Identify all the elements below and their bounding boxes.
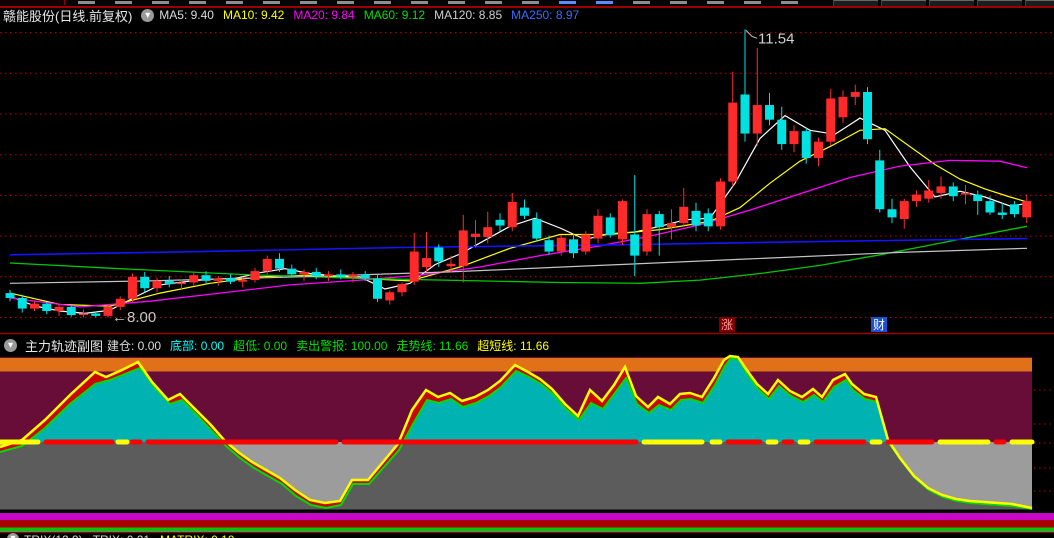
ma-item-2: MA20: 9.84 — [293, 8, 355, 22]
indicator-item-2: 超低: 0.00 — [233, 339, 288, 353]
menu-item-remnant[interactable] — [596, 1, 613, 4]
menu-item-remnant[interactable] — [115, 1, 132, 4]
menu-item-remnant[interactable] — [374, 1, 391, 4]
menu-item-remnant[interactable] — [633, 1, 650, 4]
chevron-down-icon[interactable]: ▾ — [7, 533, 19, 538]
trading-app-window: 11.54 ←8.00 涨 财 赣能股份(日线.前复权) ▾ MA5: 9.40 MA1… — [0, 0, 1054, 538]
indicator-item-4: 走势线: 11.66 — [396, 339, 469, 353]
matrix-value: MATRIX: 0.19 — [160, 533, 234, 538]
event-badge-text: 财 — [873, 318, 885, 332]
ma-line-MA5 — [9, 114, 1028, 315]
toolbar-button-remnant[interactable] — [881, 0, 926, 6]
indicator-item-0: 建仓: 0.00 — [107, 339, 162, 353]
ma-line-MA250 — [9, 237, 1028, 256]
chevron-down-icon[interactable]: ▾ — [4, 339, 17, 352]
event-badge-text: 涨 — [721, 317, 733, 332]
menu-item-remnant[interactable] — [559, 1, 576, 4]
menu-item-remnant[interactable] — [411, 1, 428, 4]
menu-item-remnant[interactable] — [300, 1, 317, 4]
ma-values-row: MA5: 9.40 MA10: 9.42 MA20: 9.84 MA60: 9.12 M… — [159, 8, 588, 22]
menu-item-remnant[interactable] — [522, 1, 539, 4]
chevron-down-icon[interactable]: ▾ — [141, 8, 155, 22]
ma-lines — [9, 114, 1028, 315]
ma-line-MA60 — [9, 225, 1028, 284]
trix-indicator-name[interactable]: TRIX(12,9) — [24, 533, 83, 538]
toolbar-button-remnant[interactable] — [929, 0, 974, 6]
menu-item-remnant[interactable] — [744, 1, 761, 4]
toolbar-button-remnant[interactable] — [833, 0, 878, 6]
trix-footer: ▾ TRIX(12,9) TRIX: 0.21 MATRIX: 0.19 — [2, 533, 245, 538]
menu-item-remnant[interactable] — [670, 1, 687, 4]
main-chart-header: 赣能股份(日线.前复权) ▾ MA5: 9.40 MA10: 9.42 MA20: … — [0, 6, 1054, 24]
menu-item-remnant[interactable] — [781, 1, 798, 4]
ma-item-3: MA60: 9.12 — [363, 8, 426, 22]
menu-item-remnant[interactable] — [78, 1, 95, 4]
low-price-annotation: ←8.00 — [112, 309, 156, 326]
indicator-values-row: 建仓: 0.00 底部: 0.00 超低: 0.00 卖出警报: 100.00 走势线:… — [107, 337, 558, 354]
indicator-item-3: 卖出警报: 100.00 — [296, 339, 388, 353]
toolbar-button-remnant[interactable] — [977, 0, 1022, 6]
candles — [5, 29, 1032, 318]
ma-item-4: MA120: 8.85 — [434, 8, 503, 22]
ma-item-0: MA5: 9.40 — [159, 8, 214, 22]
menu-item-remnant[interactable] — [337, 1, 354, 4]
trix-value: TRIX: 0.21 — [93, 533, 150, 538]
indicator-header: ▾ 主力轨迹副图 建仓: 0.00 底部: 0.00 超低: 0.00 卖出警报: 1… — [0, 336, 1054, 355]
menu-item-remnant[interactable] — [485, 1, 502, 4]
ma-item-5: MA250: 8.97 — [511, 8, 580, 22]
menu-item-remnant[interactable] — [263, 1, 280, 4]
top-menu-strip[interactable] — [0, 0, 1054, 8]
main-grid — [0, 32, 1054, 318]
indicator-item-1: 底部: 0.00 — [170, 339, 225, 353]
indicator-panel — [0, 354, 1054, 532]
menu-item-remnant[interactable] — [189, 1, 206, 4]
ma-line-MA120 — [9, 247, 1028, 284]
charts-canvas[interactable]: 11.54 ←8.00 涨 财 — [0, 0, 1054, 538]
ma-line-MA10 — [9, 128, 1028, 307]
indicator-item-5: 超短线: 11.66 — [477, 339, 550, 353]
menu-item-remnant[interactable] — [707, 1, 724, 4]
high-price-annotation: 11.54 — [758, 30, 794, 47]
menu-item-remnant[interactable] — [448, 1, 465, 4]
menu-item-remnant[interactable] — [152, 1, 169, 4]
toolbar-button-remnant[interactable] — [1025, 0, 1054, 6]
stock-title[interactable]: 赣能股份(日线.前复权) — [3, 6, 132, 25]
menu-item-remnant[interactable] — [226, 1, 243, 4]
top-left-box — [0, 0, 65, 5]
ma-item-1: MA10: 9.42 — [222, 8, 285, 22]
indicator-title[interactable]: 主力轨迹副图 — [25, 336, 103, 355]
